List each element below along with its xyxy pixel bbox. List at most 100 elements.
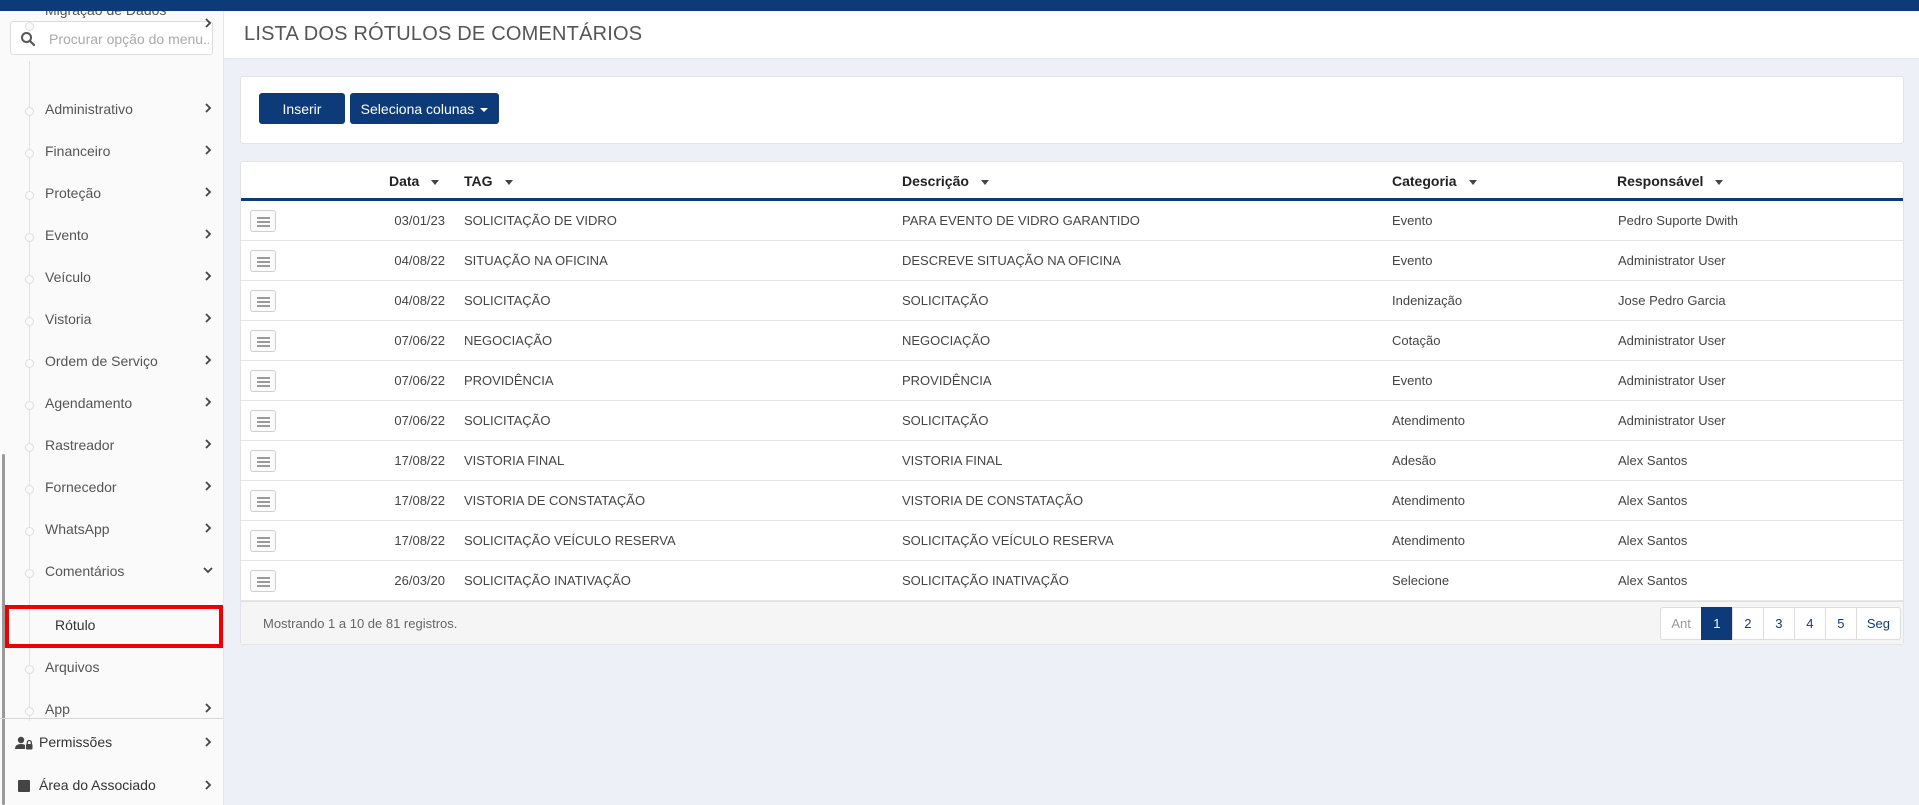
sidebar-item[interactable]: Comentários (0, 551, 223, 593)
sidebar-item-label: Proteção (45, 185, 102, 201)
column-header-descricao[interactable]: Descrição (902, 173, 989, 189)
tree-node-icon (25, 485, 34, 494)
sidebar-divider (0, 718, 223, 719)
page-button[interactable]: 4 (1793, 607, 1826, 640)
cell-tag: SOLICITAÇÃO VEÍCULO RESERVA (464, 533, 676, 548)
page-button[interactable]: 2 (1731, 607, 1764, 640)
sidebar-item[interactable]: Arquivos (0, 647, 223, 689)
sidebar-item[interactable]: Vistoria (0, 299, 223, 341)
cell-responsavel: Alex Santos (1618, 533, 1688, 548)
sidebar-item-permissoes[interactable]: Permissões (0, 723, 223, 763)
sidebar-item[interactable]: Proteção (0, 173, 223, 215)
sidebar-item-label: Área do Associado (39, 777, 156, 793)
sidebar-item[interactable]: Fornecedor (0, 467, 223, 509)
sidebar-item-label: Ordem de Serviço (45, 353, 158, 369)
chevron-right-icon (205, 271, 212, 281)
sort-icon (504, 179, 513, 185)
table-row: 04/08/22 SOLICITAÇÃO SOLICITAÇÃO Indenizaçã… (241, 281, 1903, 321)
cell-data: 07/06/22 (394, 413, 445, 428)
pagination: Ant 1 2 3 4 5 Seg (1660, 607, 1901, 640)
sidebar-item[interactable]: Migração de Dados (0, 11, 223, 46)
sidebar: Migração de Dados Administrativo Financeir… (0, 11, 224, 805)
sort-icon (1715, 179, 1724, 185)
column-header-data[interactable]: Data (389, 173, 440, 189)
cell-responsavel: Alex Santos (1618, 493, 1688, 508)
cell-categoria: Evento (1392, 213, 1433, 228)
cell-responsavel: Administrator User (1618, 253, 1726, 268)
cell-descricao: PROVIDÊNCIA (902, 373, 992, 388)
chevron-right-icon (205, 103, 212, 113)
tree-node-icon (25, 401, 34, 410)
page-button[interactable]: 5 (1824, 607, 1857, 640)
cell-descricao: VISTORIA DE CONSTATAÇÃO (902, 493, 1084, 508)
column-header-responsavel[interactable]: Responsável (1617, 173, 1724, 189)
cell-categoria: Cotação (1392, 333, 1441, 348)
column-header-tag[interactable]: TAG (464, 173, 513, 189)
chevron-right-icon (205, 439, 212, 449)
prev-page-button[interactable]: Ant (1660, 607, 1702, 640)
sidebar-item-label: Agendamento (45, 395, 133, 411)
cell-tag: NEGOCIAÇÃO (464, 333, 553, 348)
sidebar-item-area-associado[interactable]: Área do Associado (0, 766, 223, 805)
cell-responsavel: Alex Santos (1618, 573, 1688, 588)
tree-node-icon (25, 191, 34, 200)
sidebar-item[interactable]: Administrativo (0, 89, 223, 131)
tree-node-icon (25, 107, 34, 116)
sidebar-item-label: Evento (45, 227, 89, 243)
chevron-down-icon (203, 567, 213, 574)
sidebar-item-label: Vistoria (45, 311, 92, 327)
chevron-right-icon (205, 523, 212, 533)
sidebar-item[interactable]: WhatsApp (0, 509, 223, 551)
tree-node-icon (25, 569, 34, 578)
sidebar-item-label: Fornecedor (45, 479, 117, 495)
sort-icon (431, 179, 440, 185)
cell-descricao: NEGOCIAÇÃO (902, 333, 991, 348)
table-row: 07/06/22 SOLICITAÇÃO SOLICITAÇÃO Atendiment… (241, 401, 1903, 441)
cell-descricao: SOLICITAÇÃO (902, 293, 989, 308)
table-row: 17/08/22 VISTORIA DE CONSTATAÇÃO VISTORIA … (241, 481, 1903, 521)
table-header: Data TAG Descrição Categoria Responsável (241, 162, 1903, 201)
cell-tag: SITUAÇÃO NA OFICINA (464, 253, 608, 268)
caret-down-icon (480, 107, 489, 112)
cell-data: 07/06/22 (394, 333, 445, 348)
sidebar-item[interactable]: Rastreador (0, 425, 223, 467)
next-page-button[interactable]: Seg (1855, 607, 1901, 640)
records-info: Mostrando 1 a 10 de 81 registros. (263, 616, 458, 631)
sidebar-item-label: Financeiro (45, 143, 111, 159)
tree-node-icon (25, 149, 34, 158)
tree-node-icon (25, 527, 34, 536)
chevron-right-icon (205, 313, 212, 323)
cell-descricao: SOLICITAÇÃO (902, 413, 989, 428)
user-lock-icon (15, 736, 33, 750)
cell-categoria: Evento (1392, 253, 1433, 268)
cell-responsavel: Administrator User (1618, 333, 1726, 348)
column-header-categoria[interactable]: Categoria (1392, 173, 1477, 189)
sidebar-item[interactable]: Evento (0, 215, 223, 257)
page-button[interactable]: 1 (1700, 607, 1733, 640)
page-button[interactable]: 3 (1762, 607, 1795, 640)
table-row: 17/08/22 SOLICITAÇÃO VEÍCULO RESERVA SOLIC… (241, 521, 1903, 561)
cell-tag: SOLICITAÇÃO (464, 293, 551, 308)
select-columns-button[interactable]: Seleciona colunas (350, 93, 499, 124)
select-columns-label: Seleciona colunas (360, 100, 475, 117)
cell-categoria: Atendimento (1392, 413, 1465, 428)
sort-icon (980, 179, 989, 185)
cell-responsavel: Alex Santos (1618, 453, 1688, 468)
sidebar-item[interactable]: Ordem de Serviço (0, 341, 223, 383)
cell-categoria: Atendimento (1392, 493, 1465, 508)
chevron-right-icon (205, 703, 212, 713)
sidebar-item[interactable]: Veículo (0, 257, 223, 299)
cell-tag: SOLICITAÇÃO (464, 413, 551, 428)
chevron-right-icon (205, 18, 212, 28)
insert-button[interactable]: Inserir (259, 93, 345, 124)
sidebar-item[interactable]: Financeiro (0, 131, 223, 173)
cell-categoria: Atendimento (1392, 533, 1465, 548)
tree-node-icon (25, 665, 34, 674)
column-header-label: Data (389, 173, 420, 189)
tree-node-icon (25, 443, 34, 452)
cell-categoria: Adesão (1392, 453, 1437, 468)
sidebar-item-label: WhatsApp (45, 521, 110, 537)
cell-data: 04/08/22 (394, 253, 445, 268)
cell-responsavel: Administrator User (1618, 373, 1726, 388)
sidebar-item[interactable]: Agendamento (0, 383, 223, 425)
